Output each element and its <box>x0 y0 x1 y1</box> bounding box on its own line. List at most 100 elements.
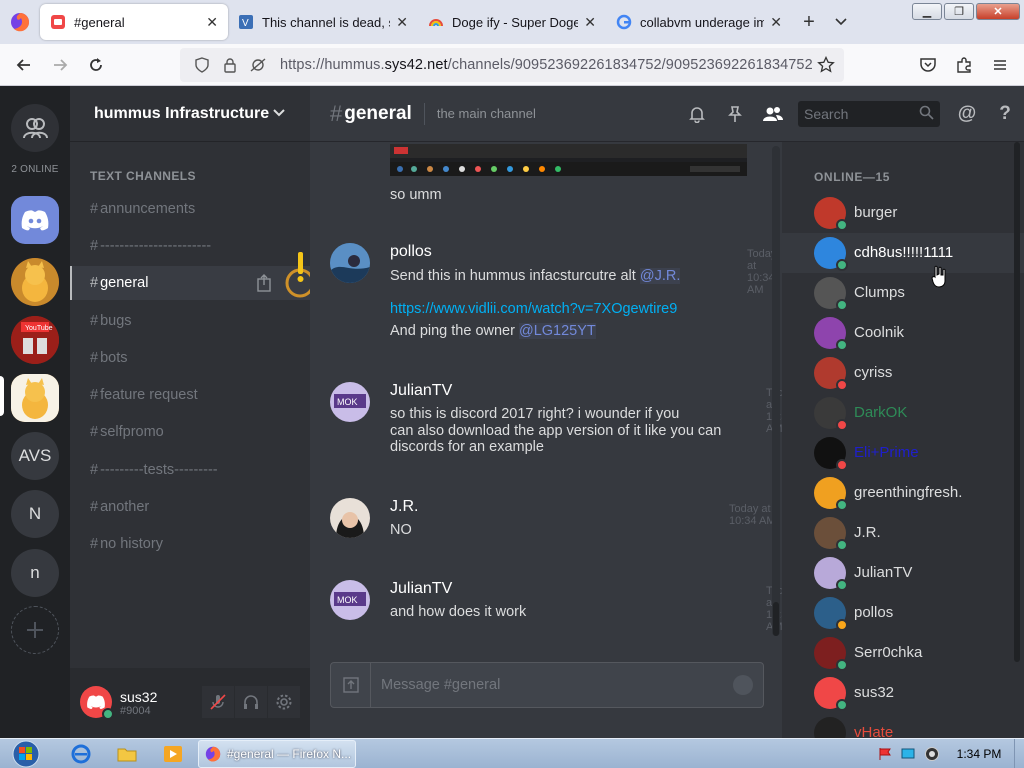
message-composer[interactable]: Message #general <box>330 662 764 708</box>
embedded-screenshot-image[interactable] <box>390 144 747 176</box>
channel-another[interactable]: # another <box>70 490 310 524</box>
shield-icon[interactable] <box>188 51 216 79</box>
channel-annuncements[interactable]: # annuncements <box>70 192 310 226</box>
forward-icon[interactable] <box>42 47 78 83</box>
tab-general[interactable]: #general ✕ <box>40 4 228 40</box>
channel-feature-request[interactable]: # feature request <box>70 378 310 412</box>
member-item[interactable]: Clumps <box>782 273 1024 313</box>
server-hummus-icon[interactable] <box>11 374 59 422</box>
headphones-icon[interactable] <box>235 686 267 718</box>
reload-icon[interactable] <box>78 47 114 83</box>
channel-selfpromo[interactable]: # selfpromo <box>70 415 310 449</box>
member-item[interactable]: burger <box>782 193 1024 233</box>
mentions-at-icon[interactable]: @ <box>948 94 986 134</box>
close-window-icon[interactable]: ✕ <box>976 3 1020 20</box>
upload-icon[interactable] <box>331 663 371 707</box>
tab-dogeify[interactable]: Doge ify - Super Doge! - ✕ <box>418 4 606 40</box>
server-n-upper[interactable]: N <box>11 490 59 538</box>
permissions-icon[interactable] <box>244 51 272 79</box>
show-desktop-button[interactable] <box>1014 739 1024 768</box>
channel-general[interactable]: # general <box>70 266 310 300</box>
pocket-icon[interactable] <box>910 47 946 83</box>
hamburger-menu-icon[interactable] <box>982 47 1018 83</box>
back-icon[interactable] <box>6 47 42 83</box>
member-item[interactable]: cdh8us!!!!!1111 <box>782 233 1024 273</box>
avatar[interactable] <box>330 498 370 538</box>
lock-icon[interactable] <box>216 51 244 79</box>
member-item[interactable]: greenthingfresh. <box>782 473 1024 513</box>
member-item[interactable]: DarkOK <box>782 393 1024 433</box>
message-link[interactable]: https://www.vidlii.com/watch?v=7XOgewtir… <box>390 301 677 318</box>
member-item[interactable]: JulianTV <box>782 553 1024 593</box>
minimize-icon[interactable]: ▁ <box>912 3 942 20</box>
avatar[interactable]: MOK <box>330 580 370 620</box>
avatar[interactable]: MOK <box>330 382 370 422</box>
message-author[interactable]: J.R. <box>390 498 418 516</box>
member-item[interactable]: sus32 <box>782 673 1024 713</box>
message-author[interactable]: JulianTV <box>390 382 452 400</box>
close-tab-icon[interactable]: ✕ <box>584 14 596 31</box>
notification-bell-icon[interactable] <box>678 94 716 134</box>
extensions-icon[interactable] <box>946 47 982 83</box>
server-header[interactable]: hummus Infrastructure <box>70 86 310 142</box>
member-item[interactable]: Coolnik <box>782 313 1024 353</box>
member-item[interactable]: J.R. <box>782 513 1024 553</box>
tab-vidlii[interactable]: V This channel is dead, stop ✕ <box>228 4 418 40</box>
avatar[interactable] <box>814 717 846 738</box>
pin-icon[interactable] <box>716 94 754 134</box>
close-tab-icon[interactable]: ✕ <box>206 14 218 31</box>
flag-icon[interactable] <box>874 747 896 761</box>
maximize-icon[interactable]: ❐ <box>944 3 974 20</box>
firefox-menu-icon[interactable] <box>0 0 40 44</box>
bookmark-star-icon[interactable] <box>812 51 840 79</box>
member-list-icon[interactable] <box>754 94 792 134</box>
user-mention[interactable]: @J.R. <box>639 268 681 284</box>
channel-bots[interactable]: # bots <box>70 341 310 375</box>
user-mention[interactable]: @LG125YT <box>518 323 596 339</box>
channel-no-history[interactable]: # no history <box>70 527 310 561</box>
new-tab-icon[interactable]: + <box>792 4 826 40</box>
close-tab-icon[interactable]: ✕ <box>770 14 782 31</box>
invite-icon[interactable] <box>256 274 274 292</box>
member-item[interactable]: pollos <box>782 593 1024 633</box>
search-input[interactable]: Search <box>798 101 940 127</box>
channel-tests-separator[interactable]: # ---------tests--------- <box>70 453 310 487</box>
start-button[interactable] <box>6 739 46 768</box>
help-question-icon[interactable]: ? <box>986 94 1024 134</box>
avatar[interactable] <box>330 243 370 283</box>
settings-gear-icon[interactable] <box>268 686 300 718</box>
mute-microphone-icon[interactable] <box>202 686 234 718</box>
close-tab-icon[interactable]: ✕ <box>396 14 408 31</box>
member-scrollbar[interactable] <box>1014 142 1020 662</box>
clock[interactable]: 1:34 PM <box>944 747 1014 761</box>
chat-scrollbar-track[interactable] <box>772 146 780 636</box>
server-cat-figure-icon[interactable] <box>11 258 59 306</box>
server-n-lower[interactable]: n <box>11 549 59 597</box>
message-input[interactable]: Message #general <box>381 677 500 693</box>
message-author[interactable]: pollos <box>390 243 432 261</box>
url-bar[interactable]: https://hummus.sys42.net/channels/909523… <box>180 48 844 82</box>
member-item[interactable]: vHate <box>782 713 1024 738</box>
emoji-icon[interactable] <box>733 675 753 695</box>
channel-bugs[interactable]: # bugs <box>70 304 310 338</box>
channel-separator-1[interactable]: # ----------------------- <box>70 229 310 263</box>
member-item[interactable]: Serr0chka <box>782 633 1024 673</box>
member-item[interactable]: Eli+Prime <box>782 433 1024 473</box>
server-discord-icon[interactable] <box>11 196 59 244</box>
media-player-icon[interactable] <box>162 743 184 765</box>
volume-icon[interactable] <box>920 746 944 762</box>
category-text-channels[interactable]: TEXT CHANNELS <box>90 169 196 183</box>
server-youtube-avatar-icon[interactable]: YouTube <box>11 316 59 364</box>
member-item[interactable]: cyriss <box>782 353 1024 393</box>
friends-icon[interactable] <box>11 104 59 152</box>
internet-explorer-icon[interactable] <box>70 743 92 765</box>
taskbar-firefox-task[interactable]: #general — Firefox N... <box>198 740 356 768</box>
display-icon[interactable] <box>896 747 920 761</box>
file-explorer-icon[interactable] <box>116 743 138 765</box>
tab-google[interactable]: collabvm underage imag ✕ <box>606 4 792 40</box>
chat-scrollbar-thumb[interactable] <box>773 602 779 636</box>
tab-list-chevron-icon[interactable] <box>826 4 856 40</box>
server-avs[interactable]: AVS <box>11 432 59 480</box>
message-author[interactable]: JulianTV <box>390 580 452 598</box>
add-server-icon[interactable] <box>11 606 59 654</box>
